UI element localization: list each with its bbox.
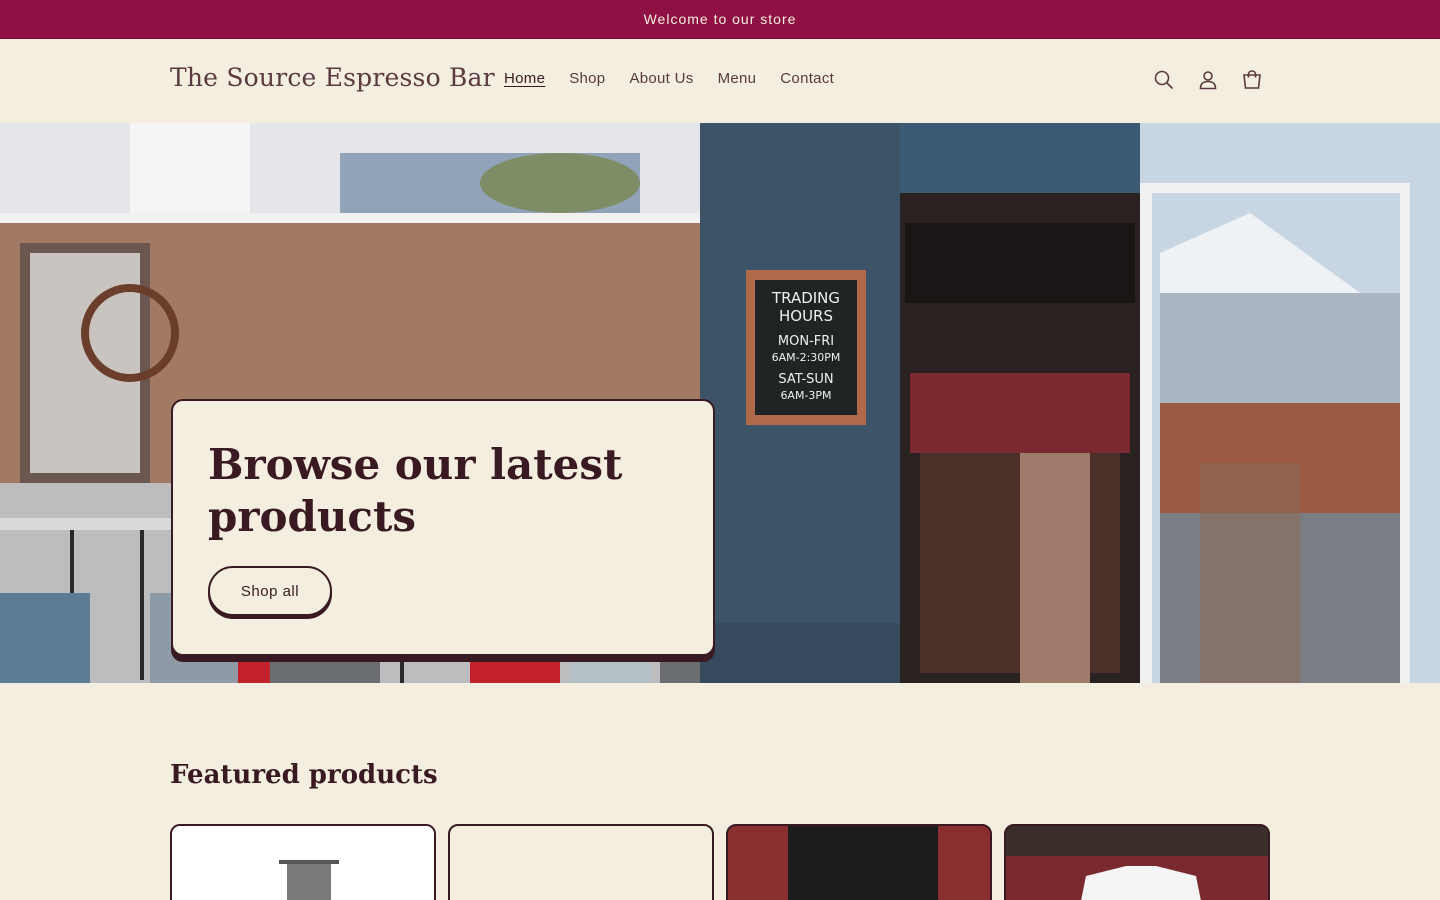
header-icons: [1142, 58, 1274, 102]
nav-menu[interactable]: Menu: [706, 70, 769, 87]
announcement-bar: Welcome to our store: [0, 0, 1440, 39]
nav-shop[interactable]: Shop: [557, 70, 617, 87]
store-logo[interactable]: The Source Espresso Bar: [170, 63, 495, 92]
announcement-text: Welcome to our store: [643, 11, 797, 27]
hero-title: Browse our latest products: [208, 440, 623, 541]
hero-content-card: Browse our latest products Shop all: [171, 399, 715, 656]
product-card[interactable]: [170, 824, 436, 900]
chalkboard-line-6: 6AM-3PM: [780, 389, 831, 402]
main-nav: Home Shop About Us Menu Contact: [492, 70, 846, 87]
account-icon: [1199, 71, 1217, 90]
chalkboard-line-1: TRADING: [771, 289, 840, 307]
site-header: The Source Espresso Bar Home Shop About …: [0, 39, 1440, 123]
coffee-bag-image: [728, 826, 990, 900]
search-icon: [1154, 70, 1174, 90]
nav-home[interactable]: Home: [492, 70, 557, 87]
cart-button[interactable]: [1230, 58, 1274, 102]
chalkboard-line-3: MON-FRI: [778, 334, 834, 349]
aeropress-image: [172, 826, 434, 900]
cart-icon: [1243, 70, 1261, 89]
chalkboard-line-5: SAT-SUN: [778, 372, 833, 387]
nav-about-us[interactable]: About Us: [617, 70, 705, 87]
product-card[interactable]: [1004, 824, 1270, 900]
hero-banner: TRADING HOURS MON-FRI 6AM-2:30PM SAT-SUN…: [0, 123, 1440, 683]
search-button[interactable]: [1142, 58, 1186, 102]
product-card[interactable]: [726, 824, 992, 900]
shop-all-button[interactable]: Shop all: [208, 566, 332, 616]
chalkboard-line-4: 6AM-2:30PM: [772, 351, 841, 364]
chalkboard-line-2: HOURS: [779, 307, 833, 325]
nav-contact[interactable]: Contact: [768, 70, 846, 87]
featured-products-title: Featured products: [170, 760, 438, 790]
account-button[interactable]: [1186, 58, 1230, 102]
barista-tshirt-image: [1006, 826, 1268, 900]
product-card[interactable]: [448, 824, 714, 900]
